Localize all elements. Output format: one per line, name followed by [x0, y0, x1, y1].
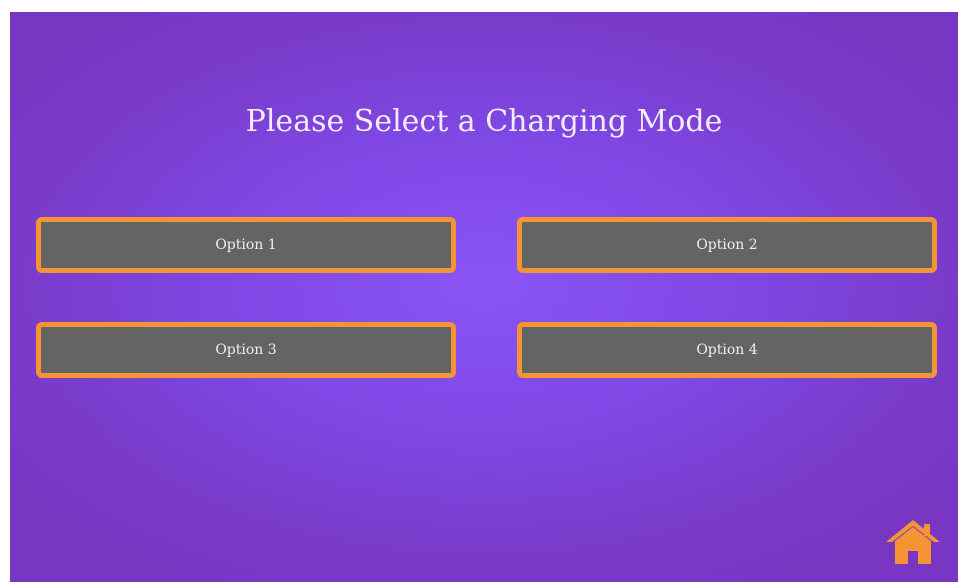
option-4-button[interactable]: Option 4 — [517, 322, 937, 378]
option-3-button[interactable]: Option 3 — [36, 322, 456, 378]
option-1-button[interactable]: Option 1 — [36, 217, 456, 273]
option-2-button[interactable]: Option 2 — [517, 217, 937, 273]
charging-mode-screen: Please Select a Charging Mode Option 1 O… — [10, 12, 958, 582]
home-icon — [886, 520, 940, 564]
home-button[interactable] — [886, 520, 940, 564]
page-title: Please Select a Charging Mode — [245, 104, 723, 139]
